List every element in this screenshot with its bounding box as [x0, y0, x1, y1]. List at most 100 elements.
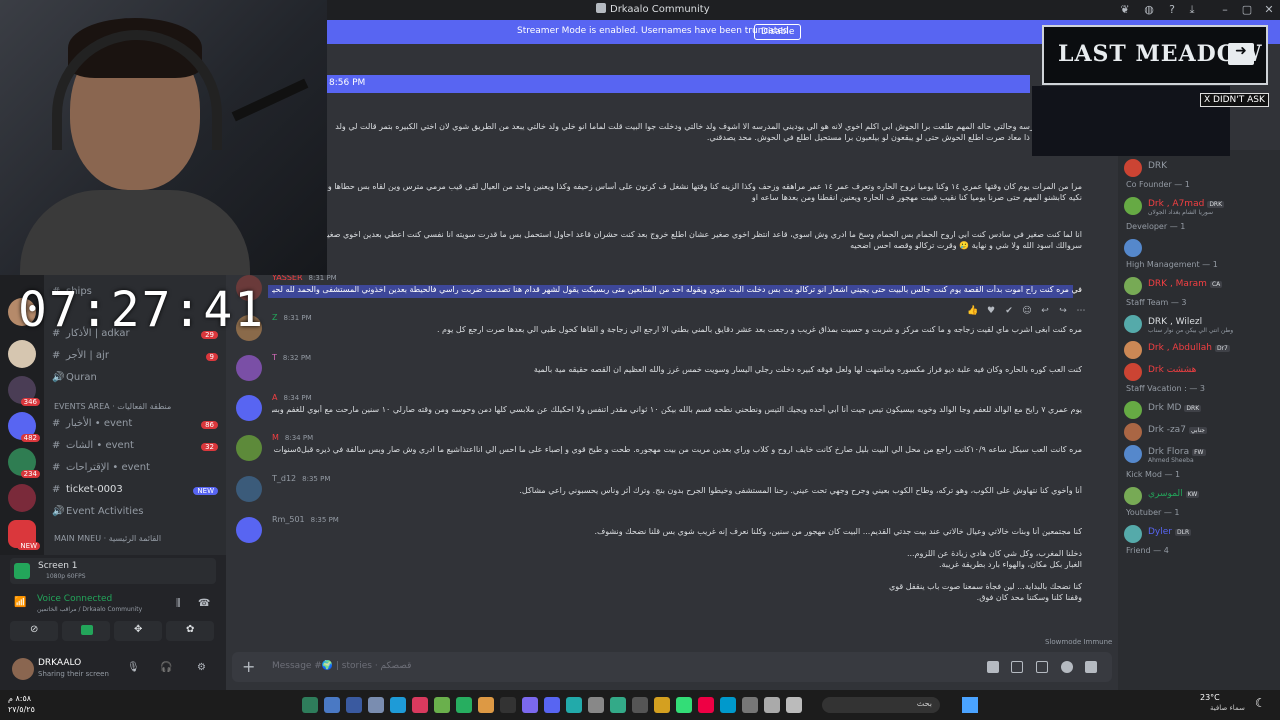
- taskbar-app-icon[interactable]: [720, 697, 736, 713]
- channel-item-ticket[interactable]: # ticket-0003 NEW: [52, 484, 222, 504]
- screen-share-card[interactable]: Screen 1 1080p 60FPS: [10, 558, 216, 584]
- activities-button[interactable]: ✥: [114, 621, 162, 641]
- reply-icon[interactable]: ↩: [1039, 306, 1051, 318]
- mic-icon[interactable]: 🎙: [127, 662, 140, 673]
- taskbar-app-icon[interactable]: [764, 697, 780, 713]
- member-item[interactable]: Drk , A7mad DRK سوريا الشام بغداد الجولان: [1124, 196, 1274, 216]
- settings-icon[interactable]: ⚙: [197, 662, 206, 673]
- message-composer[interactable]: + Message #🌍 | stories · قصصكم: [232, 652, 1112, 682]
- taskbar-app-icon[interactable]: [742, 697, 758, 713]
- taskbar-app-icon[interactable]: [588, 697, 604, 713]
- message-author[interactable]: M: [272, 433, 279, 442]
- avatar[interactable]: [236, 476, 262, 502]
- video-button[interactable]: ⊘: [10, 621, 58, 641]
- member-item[interactable]: Drk -za7 جنابي: [1124, 422, 1274, 442]
- taskbar-app-icon[interactable]: [698, 697, 714, 713]
- sticker-icon[interactable]: [1036, 661, 1048, 673]
- avatar[interactable]: [236, 355, 262, 381]
- taskbar-app-icon[interactable]: [522, 697, 538, 713]
- gift-icon[interactable]: [987, 661, 999, 673]
- member-item[interactable]: [1124, 238, 1274, 258]
- taskbar-app-icon[interactable]: [566, 697, 582, 713]
- channel-item-event-news[interactable]: # الأخبار • event 86: [52, 418, 222, 438]
- channel-item-ajr[interactable]: # الأجر | ajr 9: [52, 350, 222, 370]
- taskbar-app-icon[interactable]: [390, 697, 406, 713]
- member-item[interactable]: DRK , Wilezl وطن انتي الي بيكن من نوار سن…: [1124, 314, 1274, 334]
- channel-item-quran[interactable]: 🔊 Quran: [52, 372, 222, 392]
- taskbar-app-icon[interactable]: [456, 697, 472, 713]
- member-item[interactable]: Drk هششت: [1124, 362, 1274, 382]
- disconnect-icon[interactable]: ☎: [198, 598, 210, 609]
- server-icon[interactable]: 234: [8, 448, 40, 478]
- taskbar-app-icon[interactable]: [676, 697, 692, 713]
- apps-icon[interactable]: [1085, 661, 1097, 673]
- headphones-icon[interactable]: 🎧: [160, 662, 172, 673]
- gif-icon[interactable]: [1011, 661, 1023, 673]
- member-item[interactable]: الموسري KW: [1124, 486, 1274, 506]
- emoji-icon[interactable]: [1061, 661, 1073, 673]
- server-icon[interactable]: [8, 340, 36, 368]
- avatar[interactable]: [236, 517, 262, 543]
- message-input[interactable]: Message #🌍 | stories · قصصكم: [272, 661, 411, 671]
- taskbar-app-icon[interactable]: [500, 697, 516, 713]
- taskbar-app-icon[interactable]: [478, 697, 494, 713]
- message-author[interactable]: T: [272, 353, 277, 362]
- forward-icon[interactable]: ↪: [1057, 306, 1069, 318]
- taskbar-app-icon[interactable]: [324, 697, 340, 713]
- leaf-icon[interactable]: ❦: [1118, 3, 1132, 17]
- emoji-react-icon[interactable]: ☺: [1021, 306, 1033, 318]
- member-name: DRK , Maram CA: [1148, 279, 1223, 289]
- taskbar-app-icon[interactable]: [302, 697, 318, 713]
- message-author[interactable]: A: [272, 393, 277, 402]
- add-attachment-icon[interactable]: +: [242, 657, 255, 676]
- message-author[interactable]: Rm_501: [272, 515, 305, 524]
- channel-item-event-chat[interactable]: # الشات • event 32: [52, 440, 222, 460]
- disable-streamer-button[interactable]: Disable: [754, 24, 802, 40]
- channel-item-event-activities[interactable]: 🔊 Event Activities: [52, 506, 222, 526]
- taskbar-app-icon[interactable]: [368, 697, 384, 713]
- activities-icon: ✥: [134, 624, 143, 635]
- taskbar-app-icon[interactable]: [434, 697, 450, 713]
- avatar[interactable]: [236, 395, 262, 421]
- avatar: [1124, 487, 1142, 505]
- member-item[interactable]: DRK , Maram CA: [1124, 276, 1274, 296]
- globe-icon[interactable]: ◍: [1142, 3, 1156, 17]
- taskbar-search[interactable]: بحث: [822, 697, 940, 713]
- member-item[interactable]: Drk , Abdullah Dr7: [1124, 340, 1274, 360]
- avatar[interactable]: [236, 435, 262, 461]
- member-item[interactable]: Drk Flora FW Ahmed Sheeba: [1124, 444, 1274, 464]
- taskbar-app-icon[interactable]: [786, 697, 802, 713]
- thumbs-up-icon[interactable]: 👍: [967, 306, 979, 318]
- taskbar-app-icon[interactable]: [544, 697, 560, 713]
- server-icon[interactable]: NEW: [8, 520, 40, 550]
- member-item[interactable]: DRK: [1124, 158, 1274, 178]
- close-icon[interactable]: ✕: [1262, 3, 1276, 17]
- heart-icon[interactable]: ♥: [985, 306, 997, 318]
- category-events[interactable]: EVENTS AREA · منطقة الفعاليات: [54, 402, 171, 411]
- more-icon[interactable]: ⋯: [1075, 306, 1087, 318]
- maximize-icon[interactable]: ▢: [1240, 3, 1254, 17]
- soundboard-button[interactable]: ✿: [166, 621, 214, 641]
- taskbar-app-icon[interactable]: [632, 697, 648, 713]
- help-icon[interactable]: ?: [1165, 3, 1179, 17]
- taskbar-app-icon[interactable]: [346, 697, 362, 713]
- message-author[interactable]: T_d12: [272, 474, 296, 483]
- taskbar-app-icon[interactable]: [654, 697, 670, 713]
- message-author[interactable]: Z: [272, 313, 277, 322]
- avatar[interactable]: [12, 658, 34, 680]
- screen-share-button[interactable]: [62, 621, 110, 641]
- taskbar-app-icon[interactable]: [412, 697, 428, 713]
- server-icon[interactable]: [8, 484, 36, 512]
- server-icon[interactable]: 482: [8, 412, 40, 442]
- category-main[interactable]: MAIN MNEU · القائمة الرئيسية: [54, 534, 161, 543]
- check-icon[interactable]: ✔: [1003, 306, 1015, 318]
- member-item[interactable]: Drk MD DRK: [1124, 400, 1274, 420]
- windows-start-icon[interactable]: [962, 697, 978, 713]
- server-icon[interactable]: 346: [8, 376, 40, 406]
- taskbar-app-icon[interactable]: [610, 697, 626, 713]
- channel-item-event-suggestions[interactable]: # الإقتراحات • event: [52, 462, 222, 482]
- download-icon[interactable]: ⤓: [1185, 3, 1199, 17]
- member-item[interactable]: Dyler DLR: [1124, 524, 1274, 544]
- noise-icon[interactable]: ⫼: [176, 598, 181, 609]
- minimize-icon[interactable]: –: [1218, 3, 1232, 17]
